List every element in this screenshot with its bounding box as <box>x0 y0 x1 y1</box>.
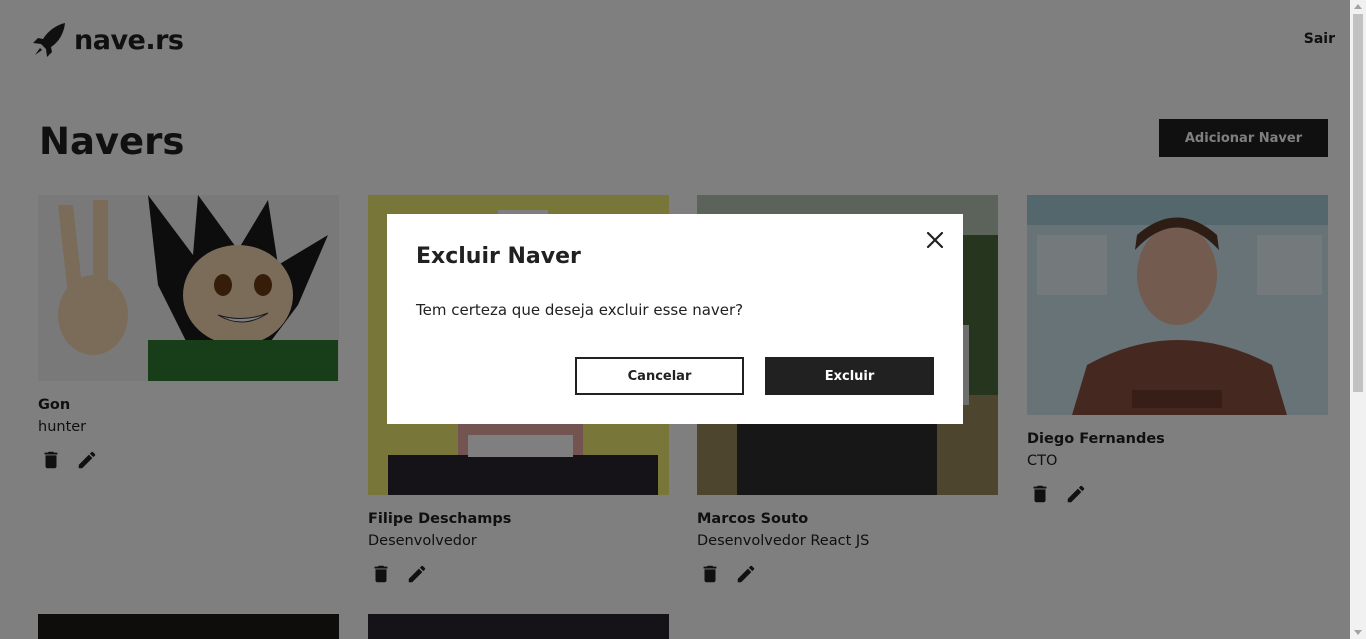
scroll-up-arrow-icon[interactable] <box>1354 4 1362 9</box>
close-icon[interactable] <box>926 231 944 249</box>
scroll-thumb[interactable] <box>1353 14 1363 392</box>
confirm-delete-button[interactable]: Excluir <box>765 357 934 395</box>
cancel-button[interactable]: Cancelar <box>575 357 744 395</box>
vertical-scrollbar[interactable] <box>1350 0 1366 639</box>
delete-modal: Excluir Naver Tem certeza que deseja exc… <box>387 214 963 424</box>
scroll-down-arrow-icon[interactable] <box>1354 630 1362 635</box>
modal-title: Excluir Naver <box>416 244 581 269</box>
modal-message: Tem certeza que deseja excluir esse nave… <box>416 301 744 319</box>
